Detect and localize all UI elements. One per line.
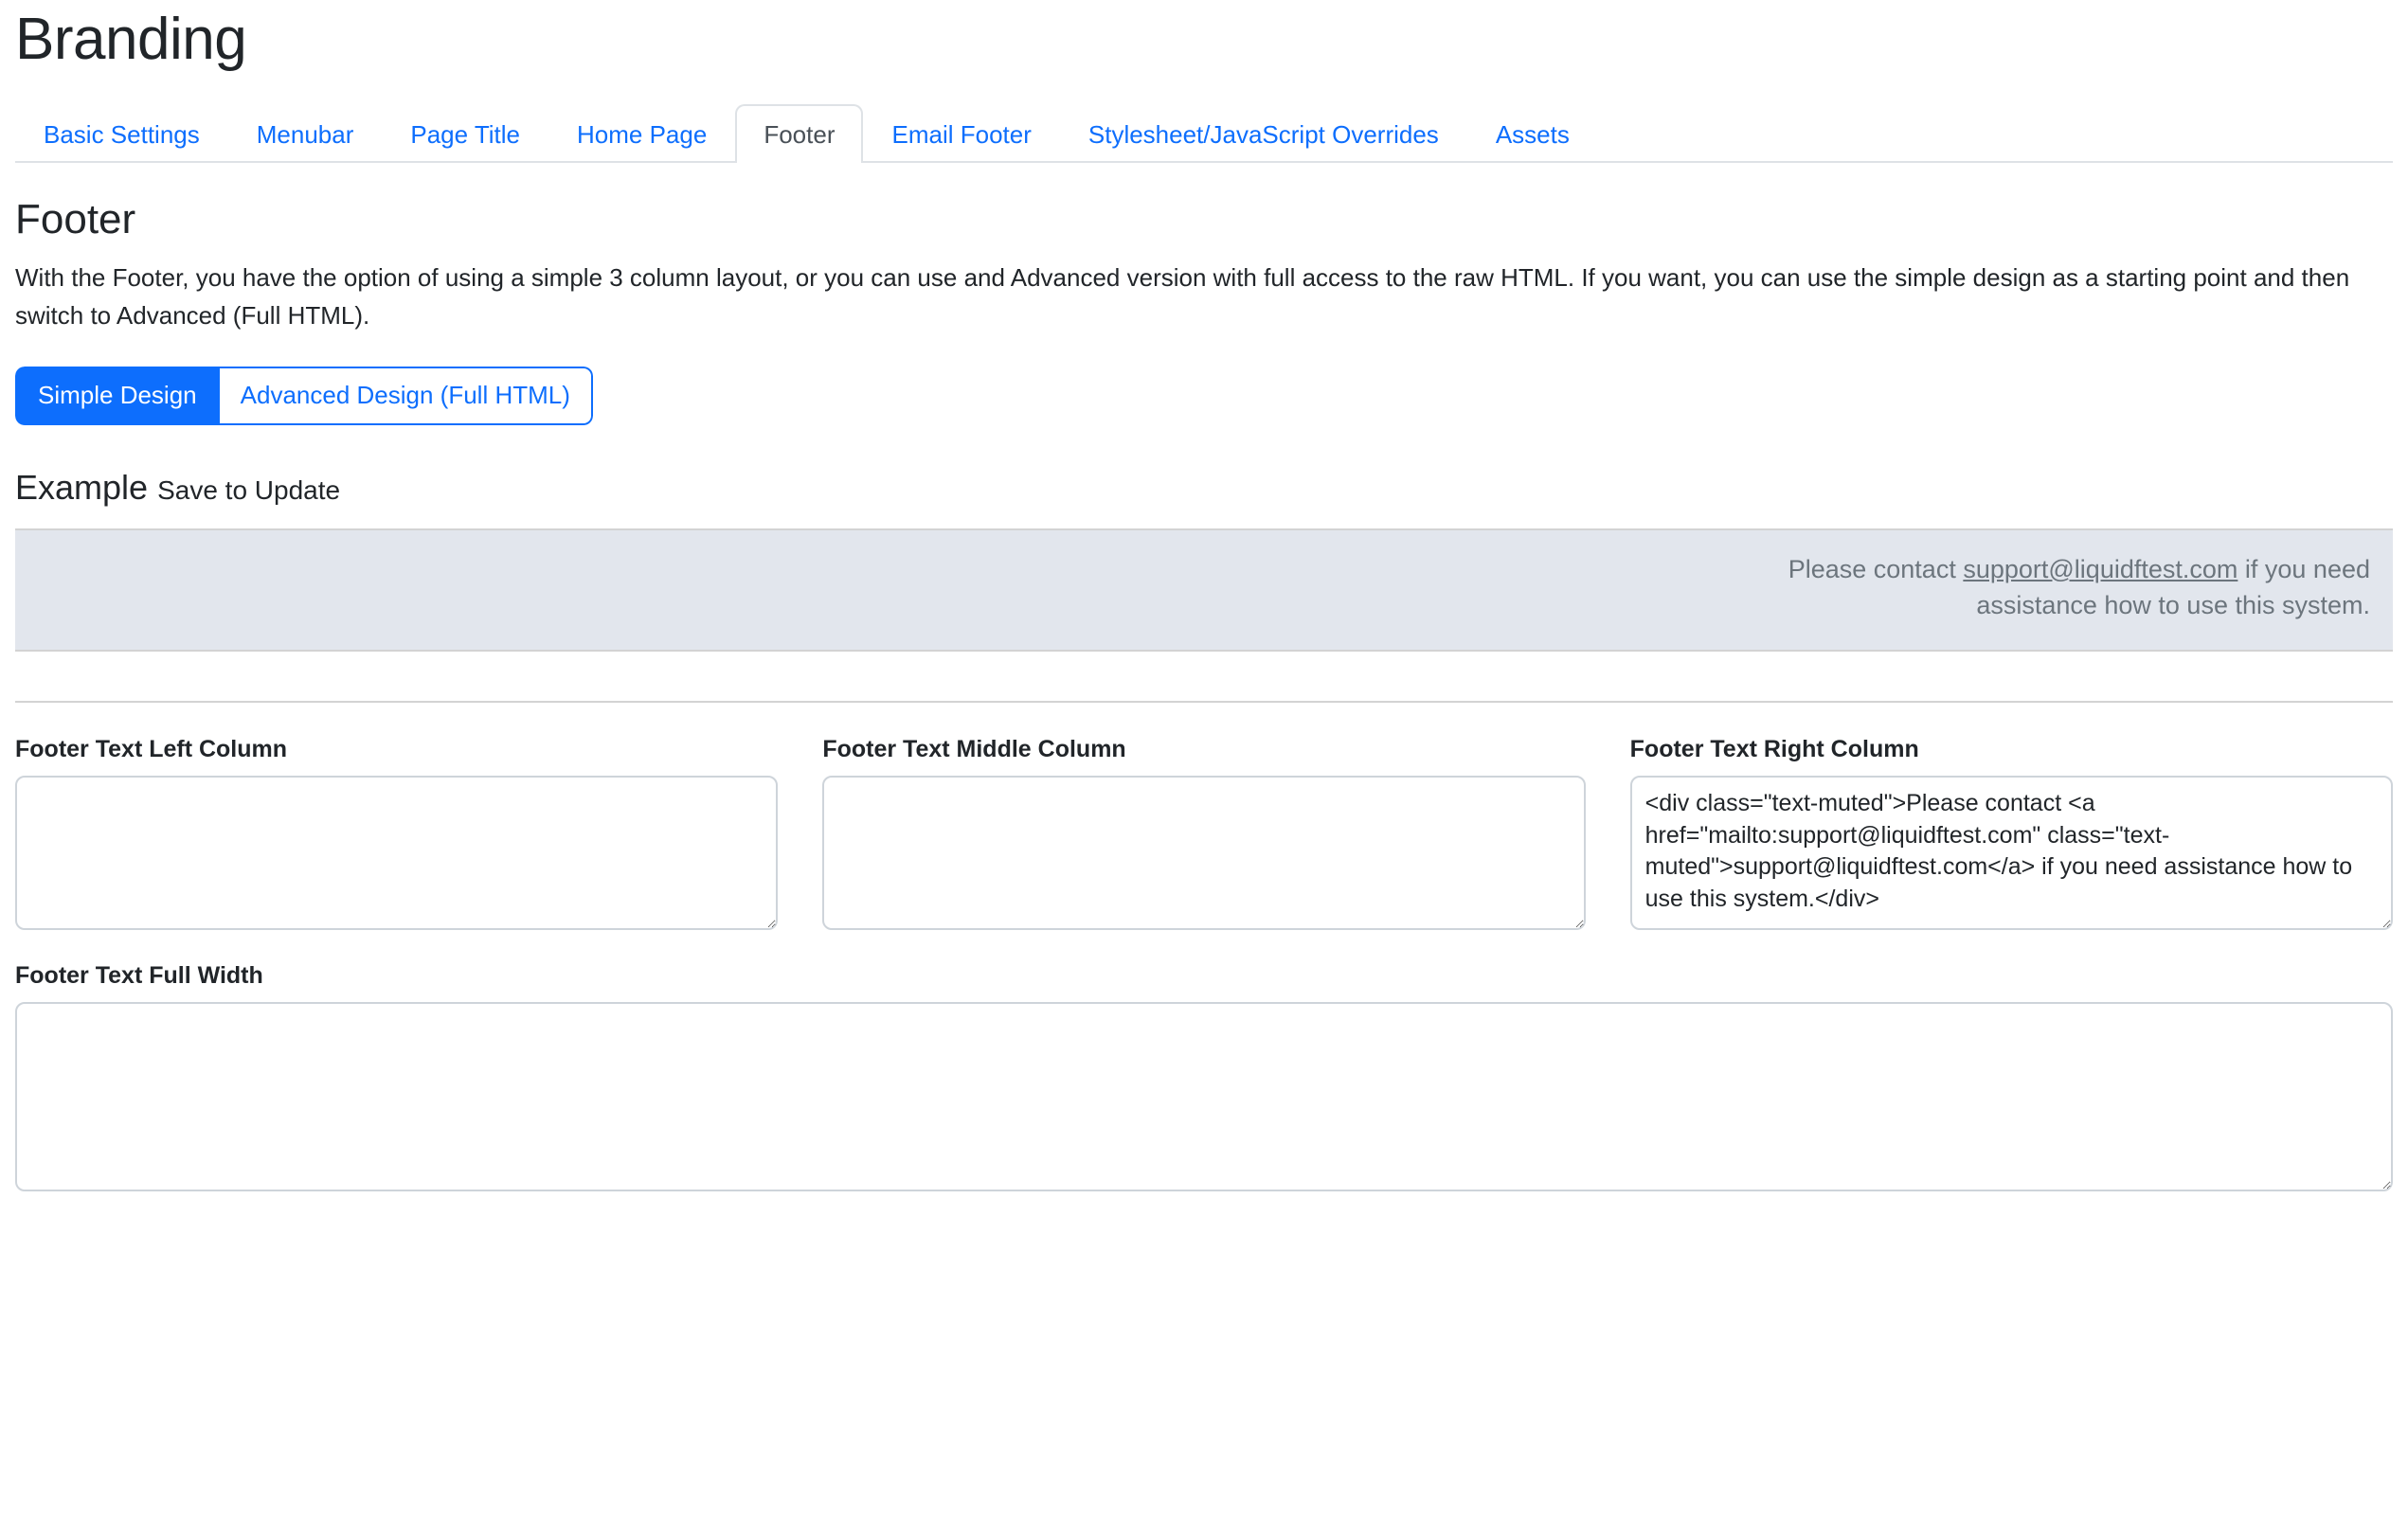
footer-text-left-column-label: Footer Text Left Column [15, 735, 778, 763]
preview-prefix: Please contact [1788, 555, 1964, 583]
footer-preview-panel: Please contact support@liquidftest.com i… [15, 528, 2393, 652]
footer-text-middle-column-input[interactable] [822, 776, 1585, 930]
footer-columns-row: Footer Text Left Column Footer Text Midd… [15, 735, 2393, 930]
branding-tab-bar: Basic Settings Menubar Page Title Home P… [15, 100, 2393, 163]
footer-text-full-width-input[interactable] [15, 1002, 2393, 1191]
footer-text-right-column-input[interactable] [1630, 776, 2393, 930]
branding-page: Branding Basic Settings Menubar Page Tit… [0, 0, 2408, 1521]
tab-home-page[interactable]: Home Page [548, 104, 735, 163]
full-width-group: Footer Text Full Width [15, 961, 2393, 1191]
footer-text-full-width-label: Footer Text Full Width [15, 961, 2393, 990]
footer-preview-text: Please contact support@liquidftest.com i… [1669, 551, 2370, 624]
design-mode-toggle-group: Simple Design Advanced Design (Full HTML… [15, 367, 593, 425]
tab-stylesheet-javascript-overrides[interactable]: Stylesheet/JavaScript Overrides [1060, 104, 1467, 163]
advanced-design-button[interactable]: Advanced Design (Full HTML) [218, 367, 593, 425]
middle-column-group: Footer Text Middle Column [822, 735, 1585, 930]
example-heading: Example Save to Update [15, 467, 2393, 508]
tab-assets[interactable]: Assets [1467, 104, 1598, 163]
left-column-group: Footer Text Left Column [15, 735, 778, 930]
tab-menubar[interactable]: Menubar [228, 104, 383, 163]
section-divider [15, 701, 2393, 703]
tab-basic-settings[interactable]: Basic Settings [15, 104, 228, 163]
preview-support-email-link[interactable]: support@liquidftest.com [1963, 555, 2237, 583]
tab-page-title[interactable]: Page Title [382, 104, 548, 163]
footer-text-middle-column-label: Footer Text Middle Column [822, 735, 1585, 763]
example-heading-hint: Save to Update [157, 475, 340, 505]
tab-email-footer[interactable]: Email Footer [863, 104, 1059, 163]
tab-footer[interactable]: Footer [735, 104, 863, 163]
simple-design-button[interactable]: Simple Design [15, 367, 218, 425]
right-column-group: Footer Text Right Column [1630, 735, 2393, 930]
example-heading-strong: Example [15, 468, 148, 507]
section-heading: Footer [15, 195, 2393, 245]
footer-text-left-column-input[interactable] [15, 776, 778, 930]
footer-text-right-column-label: Footer Text Right Column [1630, 735, 2393, 763]
page-title: Branding [15, 0, 2393, 72]
section-description: With the Footer, you have the option of … [15, 259, 2393, 335]
